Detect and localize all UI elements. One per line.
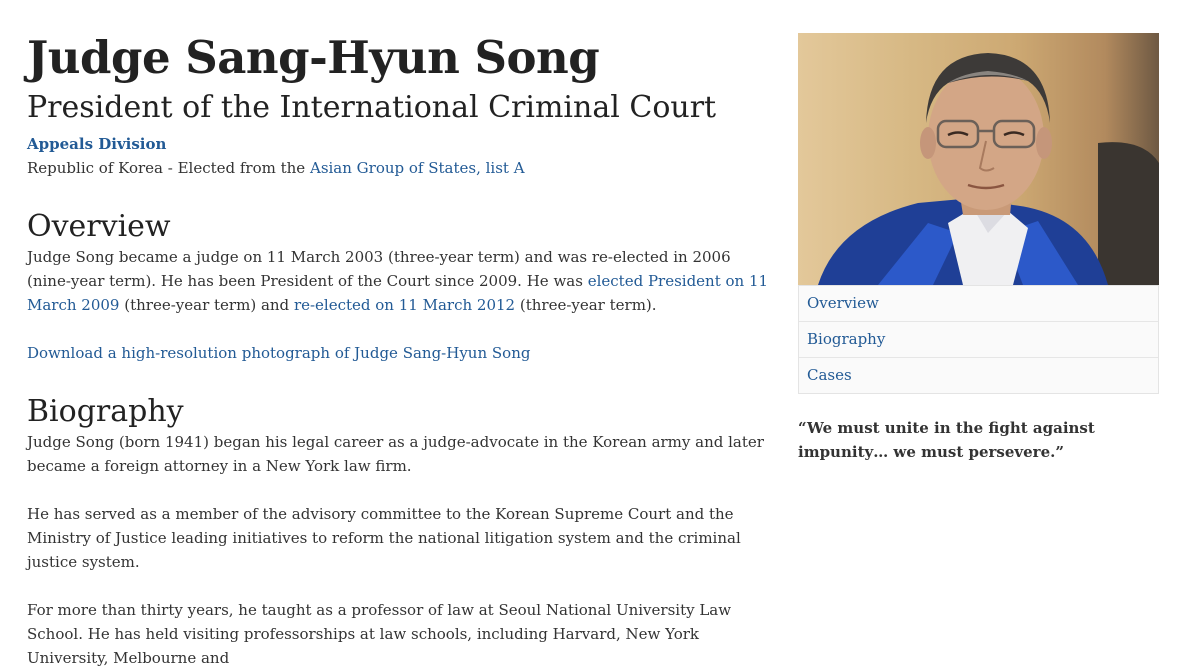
overview-heading: Overview xyxy=(27,209,171,245)
biography-heading: Biography xyxy=(27,394,184,430)
sidebar-item-biography[interactable]: Biography xyxy=(799,321,1158,357)
origin-line: Republic of Korea - Elected from the Asi… xyxy=(27,156,772,180)
judge-quote: “We must unite in the fight against impu… xyxy=(798,419,1095,461)
overview-text-2: (three-year term) and xyxy=(124,296,290,315)
appeals-division-link[interactable]: Appeals Division xyxy=(27,132,772,156)
page-subtitle: President of the International Criminal … xyxy=(27,90,717,126)
download-paragraph: Download a high-resolution photograph of… xyxy=(27,341,772,365)
download-photo-link[interactable]: Download a high-resolution photograph of… xyxy=(27,344,530,362)
overview-paragraph: Judge Song became a judge on 11 March 20… xyxy=(27,245,772,317)
sidebar-item-cases[interactable]: Cases xyxy=(799,357,1158,393)
judge-portrait-photo xyxy=(798,33,1159,285)
page-title: Judge Sang-Hyun Song xyxy=(27,31,600,84)
sidebar-item-overview[interactable]: Overview xyxy=(799,286,1158,321)
biography-paragraph-3: For more than thirty years, he taught as… xyxy=(27,601,732,668)
origin-text: Republic of Korea - Elected from the xyxy=(27,159,306,178)
biography-paragraph-1: Judge Song (born 1941) began his legal c… xyxy=(27,433,764,476)
re-elected-link[interactable]: re-elected on 11 March 2012 xyxy=(294,296,515,314)
overview-text-3: (three-year term). xyxy=(519,296,657,315)
main-content: Judge Sang-Hyun Song President of the In… xyxy=(27,31,772,670)
asian-group-link[interactable]: Asian Group of States, list A xyxy=(310,159,525,177)
biography-paragraph-2: He has served as a member of the advisor… xyxy=(27,505,741,572)
sidebar: Overview Biography Cases “We must unite … xyxy=(798,33,1159,464)
sidebar-nav: Overview Biography Cases xyxy=(798,285,1159,394)
